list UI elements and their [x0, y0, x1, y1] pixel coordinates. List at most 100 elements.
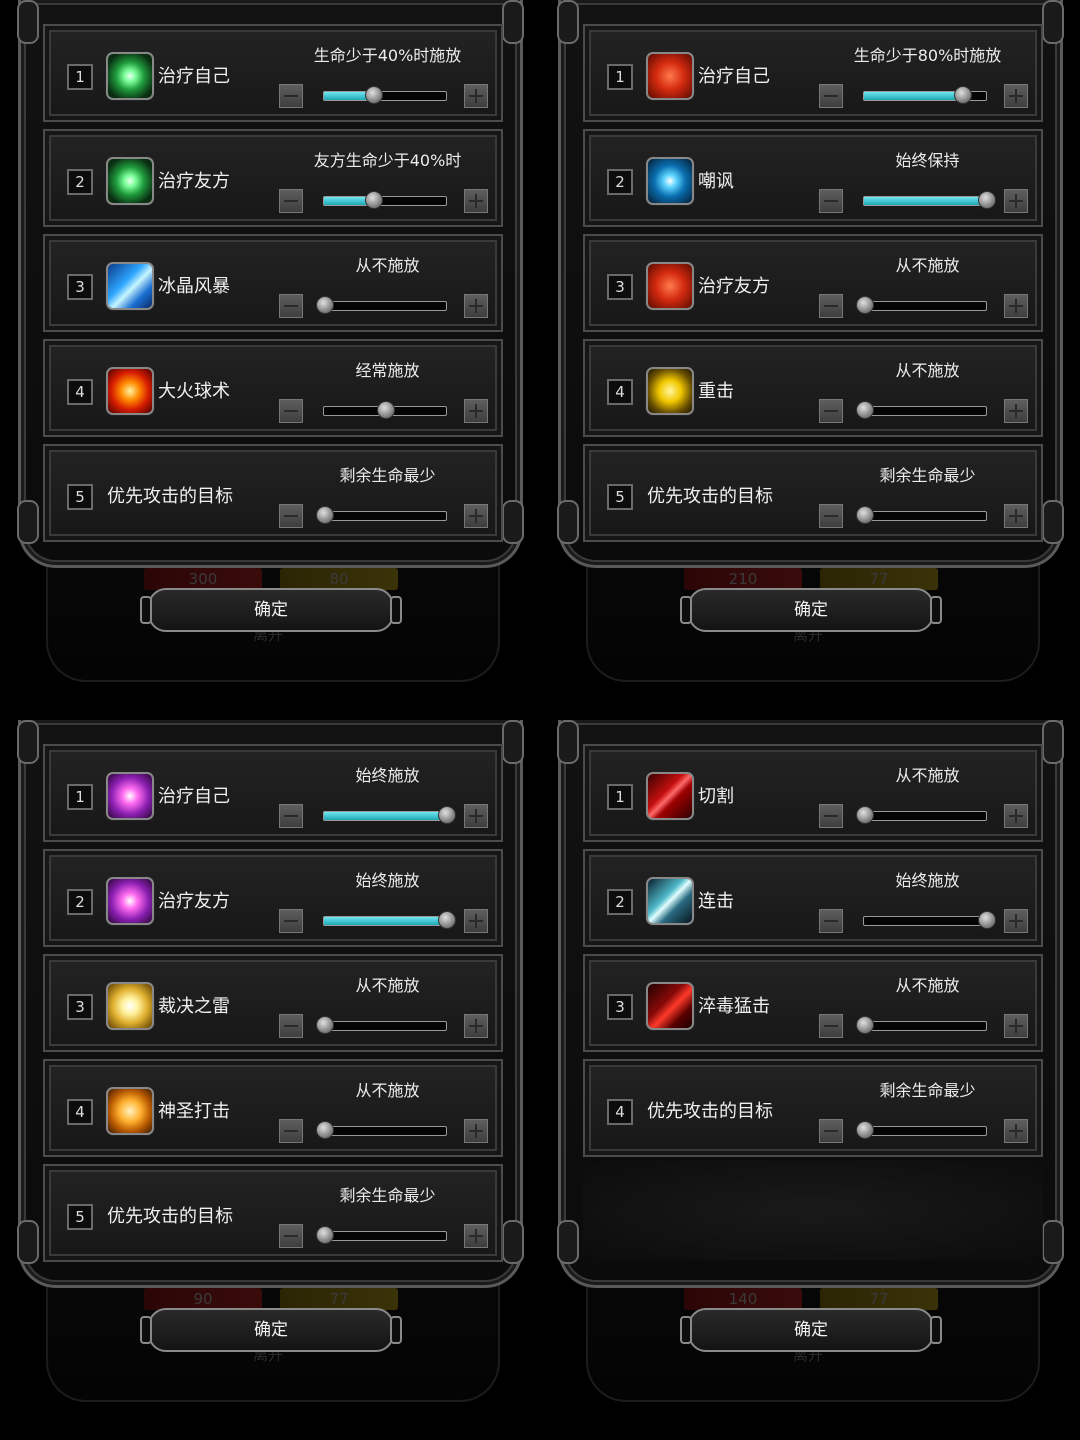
decrease-button[interactable] — [279, 504, 303, 528]
decrease-button[interactable] — [279, 84, 303, 108]
increase-button[interactable] — [464, 294, 488, 318]
cast-condition-label: 生命少于80%时施放 — [853, 46, 1002, 65]
slider-knob[interactable] — [377, 401, 395, 419]
increase-button[interactable] — [1004, 909, 1028, 933]
slider-knob[interactable] — [856, 1121, 874, 1139]
cast-threshold-slider[interactable] — [856, 506, 987, 524]
decrease-button[interactable] — [279, 1119, 303, 1143]
increase-button[interactable] — [1004, 1014, 1028, 1038]
slider-knob[interactable] — [856, 506, 874, 524]
slider-knob[interactable] — [438, 911, 456, 929]
decrease-button[interactable] — [819, 909, 843, 933]
confirm-button[interactable]: 确定 — [140, 588, 402, 632]
slider-knob[interactable] — [953, 86, 972, 104]
cast-threshold-slider[interactable] — [863, 191, 996, 209]
increase-button[interactable] — [1004, 1119, 1028, 1143]
decrease-button[interactable] — [819, 84, 843, 108]
skill-name: 优先攻击的目标 — [107, 1206, 233, 1227]
cast-threshold-slider[interactable] — [863, 911, 996, 929]
slider-knob[interactable] — [364, 86, 383, 104]
decrease-button[interactable] — [279, 1014, 303, 1038]
background-mp-value: 80 — [280, 568, 398, 590]
slider-knob[interactable] — [316, 296, 334, 314]
slider-knob[interactable] — [438, 806, 456, 824]
cast-threshold-slider[interactable] — [316, 506, 447, 524]
increase-button[interactable] — [464, 1014, 488, 1038]
increase-button[interactable] — [464, 399, 488, 423]
skill-slot-number: 5 — [607, 484, 633, 510]
decrease-button[interactable] — [279, 294, 303, 318]
slider-fill — [864, 92, 962, 100]
slider-knob[interactable] — [364, 191, 383, 209]
decrease-button[interactable] — [819, 294, 843, 318]
cast-threshold-slider[interactable] — [316, 1121, 447, 1139]
skill-row: 1 切割 从不施放 — [583, 744, 1043, 842]
slider-knob[interactable] — [856, 806, 874, 824]
skill-slot-number: 4 — [607, 379, 633, 405]
cast-threshold-slider[interactable] — [316, 296, 447, 314]
slider-knob[interactable] — [856, 296, 874, 314]
skill-name: 优先攻击的目标 — [107, 486, 233, 507]
slider-knob[interactable] — [316, 1121, 334, 1139]
decrease-button[interactable] — [279, 804, 303, 828]
cast-threshold-slider[interactable] — [323, 86, 447, 104]
decrease-button[interactable] — [819, 189, 843, 213]
increase-button[interactable] — [464, 504, 488, 528]
slider-knob[interactable] — [978, 911, 996, 929]
skill-row: 2 治疗友方 友方生命少于40%时 — [43, 129, 503, 227]
decrease-button[interactable] — [279, 909, 303, 933]
cast-threshold-slider[interactable] — [856, 401, 987, 419]
increase-button[interactable] — [464, 84, 488, 108]
cast-threshold-slider[interactable] — [323, 401, 447, 419]
frame-ornament — [17, 1220, 39, 1264]
confirm-button[interactable]: 确定 — [140, 1308, 402, 1352]
increase-button[interactable] — [464, 804, 488, 828]
increase-button[interactable] — [464, 1224, 488, 1248]
skill-slot-number: 1 — [67, 64, 93, 90]
decrease-button[interactable] — [279, 1224, 303, 1248]
cast-threshold-slider[interactable] — [316, 1016, 447, 1034]
cast-threshold-slider[interactable] — [323, 191, 447, 209]
cast-threshold-slider[interactable] — [856, 296, 987, 314]
skill-name: 治疗自己 — [698, 66, 770, 87]
increase-button[interactable] — [1004, 294, 1028, 318]
cast-threshold-slider[interactable] — [856, 806, 987, 824]
slider-knob[interactable] — [856, 1016, 874, 1034]
cast-threshold-slider[interactable] — [323, 911, 456, 929]
eye-taunt-icon — [646, 157, 694, 205]
increase-button[interactable] — [1004, 399, 1028, 423]
increase-button[interactable] — [1004, 504, 1028, 528]
frame-ornament — [17, 720, 39, 764]
cast-threshold-slider[interactable] — [856, 1121, 987, 1139]
cast-threshold-slider[interactable] — [323, 806, 456, 824]
frame-ornament — [17, 0, 39, 44]
decrease-button[interactable] — [279, 189, 303, 213]
increase-button[interactable] — [464, 909, 488, 933]
slider-knob[interactable] — [316, 506, 334, 524]
decrease-button[interactable] — [819, 504, 843, 528]
red-cross-heal-icon — [646, 52, 694, 100]
slider-knob[interactable] — [316, 1016, 334, 1034]
skill-row: 4 重击 从不施放 — [583, 339, 1043, 437]
cast-threshold-slider[interactable] — [316, 1226, 447, 1244]
confirm-button[interactable]: 确定 — [680, 1308, 942, 1352]
increase-button[interactable] — [464, 1119, 488, 1143]
skill-name: 优先攻击的目标 — [647, 1101, 773, 1122]
decrease-button[interactable] — [819, 399, 843, 423]
combo-strike-icon — [646, 877, 694, 925]
confirm-button[interactable]: 确定 — [680, 588, 942, 632]
increase-button[interactable] — [1004, 804, 1028, 828]
skill-row: 4 神圣打击 从不施放 — [43, 1059, 503, 1157]
decrease-button[interactable] — [819, 1119, 843, 1143]
decrease-button[interactable] — [819, 1014, 843, 1038]
cast-threshold-slider[interactable] — [863, 86, 987, 104]
slider-knob[interactable] — [978, 191, 996, 209]
increase-button[interactable] — [1004, 189, 1028, 213]
slider-knob[interactable] — [316, 1226, 334, 1244]
cast-threshold-slider[interactable] — [856, 1016, 987, 1034]
decrease-button[interactable] — [819, 804, 843, 828]
decrease-button[interactable] — [279, 399, 303, 423]
increase-button[interactable] — [1004, 84, 1028, 108]
slider-knob[interactable] — [856, 401, 874, 419]
increase-button[interactable] — [464, 189, 488, 213]
